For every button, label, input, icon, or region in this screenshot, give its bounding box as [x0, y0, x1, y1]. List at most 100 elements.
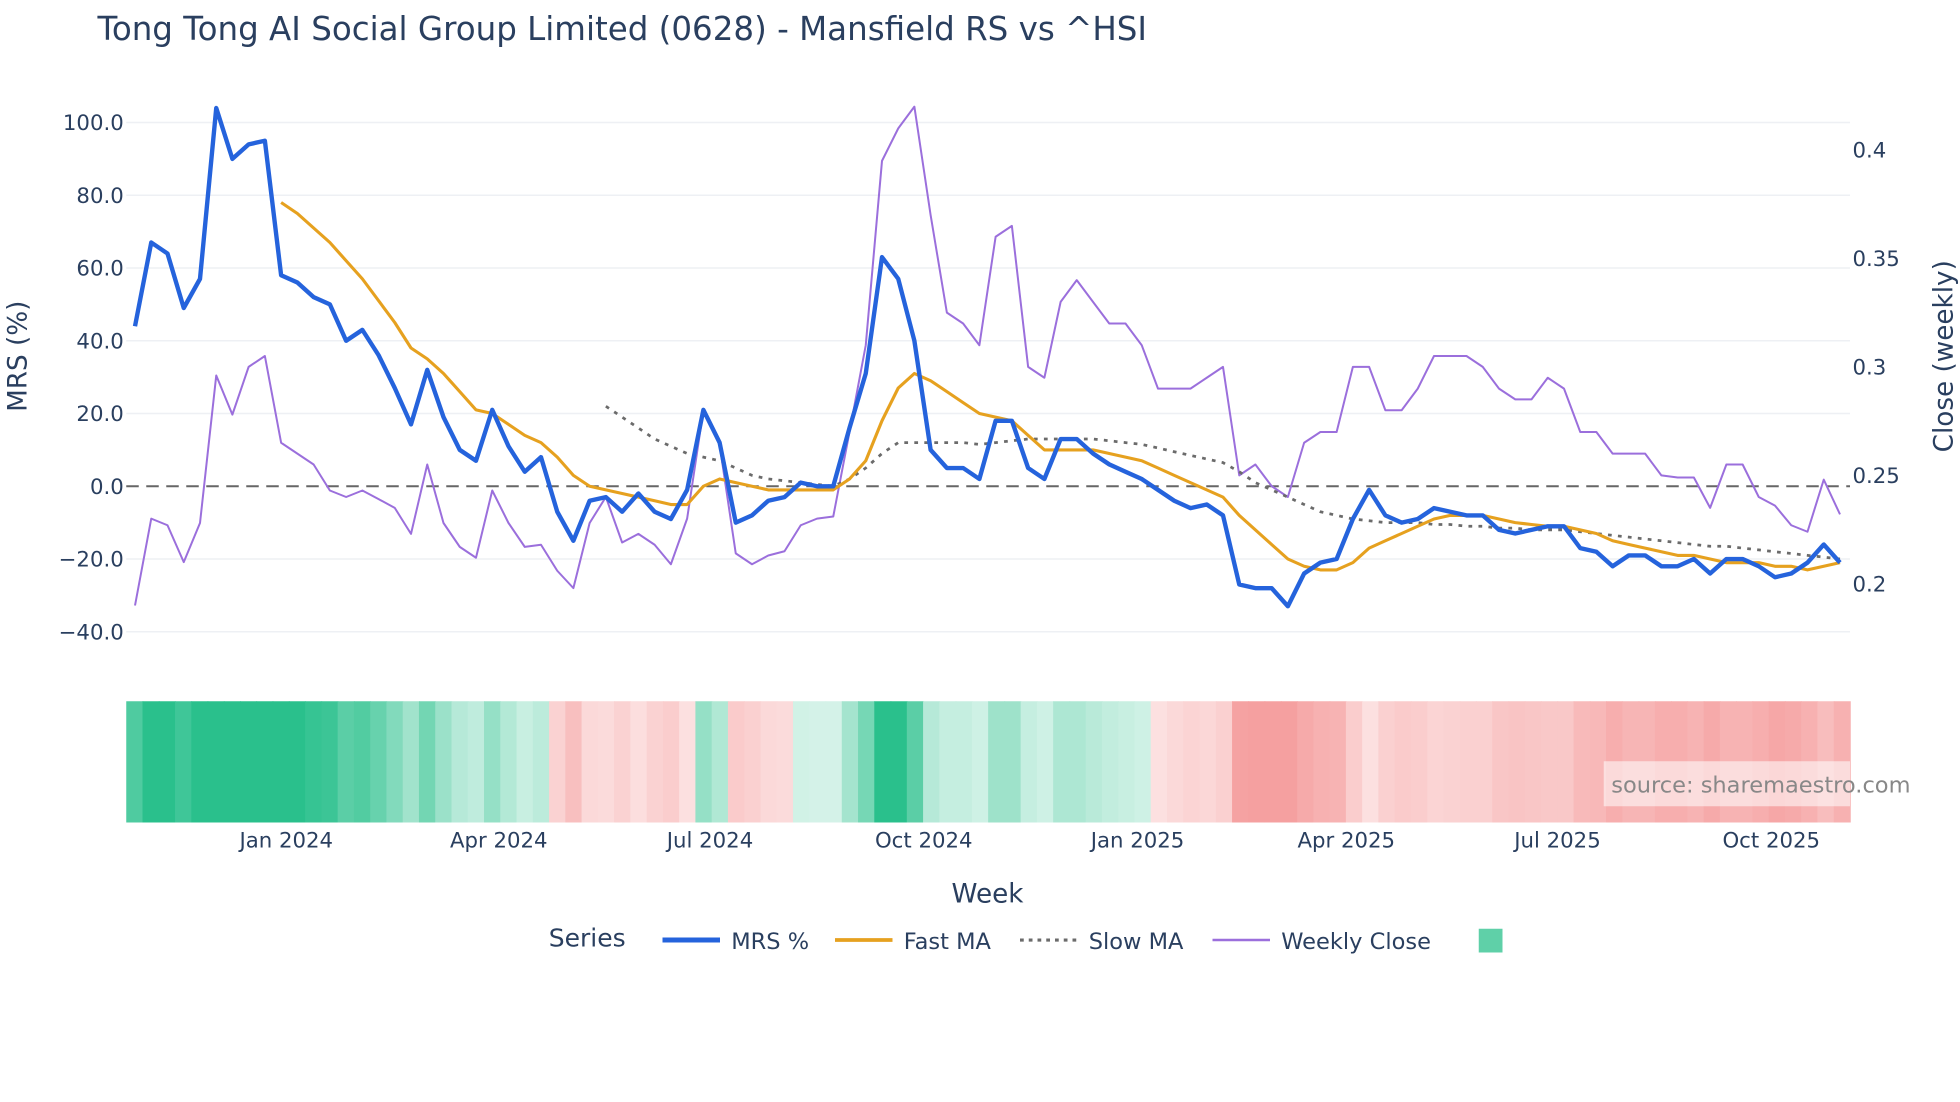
y2-tick-label: 0.4	[1853, 139, 1887, 164]
legend-item-fast-ma[interactable]: Fast MA	[835, 929, 992, 955]
heatmap-cell	[386, 701, 404, 823]
heatmap-cell	[418, 701, 436, 823]
heatmap-cell	[1199, 701, 1217, 823]
legend-title: Series	[549, 923, 626, 952]
heatmap-cell	[142, 701, 160, 823]
y-tick-label: 0.0	[90, 475, 124, 500]
heatmap-cell	[126, 701, 144, 823]
heatmap-cell	[890, 701, 908, 823]
heatmap-cell	[858, 701, 876, 823]
heatmap-cell	[256, 701, 274, 823]
heatmap-cell	[630, 701, 648, 823]
heatmap-cell	[516, 701, 534, 823]
legend-label-mrs: MRS %	[731, 929, 809, 955]
heatmap-cell	[175, 701, 193, 823]
y-tick-label: 20.0	[76, 402, 123, 427]
series-lines	[132, 105, 1842, 609]
heatmap-cell	[1004, 701, 1022, 823]
heatmap-cell	[711, 701, 729, 823]
heatmap-cell	[207, 701, 225, 823]
heatmap-cell	[565, 701, 583, 823]
heatmap-cell	[1427, 701, 1445, 823]
y-tick-label: −20.0	[59, 548, 124, 573]
heatmap-cell	[679, 701, 697, 823]
y-tick-label: 80.0	[76, 184, 123, 209]
legend-item-mrs[interactable]: MRS %	[662, 929, 810, 955]
heatmap-cell	[1118, 701, 1136, 823]
chart-title: Tong Tong AI Social Group Limited (0628)…	[97, 10, 1148, 48]
heatmap-cell	[988, 701, 1006, 823]
y2-tick-label: 0.3	[1853, 355, 1887, 380]
y-tick-label: 40.0	[76, 329, 123, 354]
y-tick-label: 100.0	[63, 111, 124, 136]
heatmap-cell	[272, 701, 290, 823]
heatmap-cell	[939, 701, 957, 823]
heatmap-cell	[1134, 701, 1152, 823]
x-tick-label: Apr 2024	[450, 829, 548, 854]
heatmap-cell	[1069, 701, 1087, 823]
y2-tick-label: 0.35	[1853, 247, 1900, 272]
heatmap-cell	[841, 701, 859, 823]
heatmap-cell	[792, 701, 810, 823]
x-tick-label: Jul 2025	[1512, 829, 1600, 854]
gridlines	[126, 121, 1850, 633]
y-tick-label: −40.0	[59, 620, 124, 645]
heatmap-cell	[1573, 701, 1591, 823]
source-watermark: source: sharemaestro.com	[1603, 761, 1911, 807]
legend-label-fast-ma: Fast MA	[904, 929, 992, 955]
heatmap-cell	[906, 701, 924, 823]
legend-item-slow-ma[interactable]: Slow MA	[1020, 929, 1184, 955]
legend-item-weekly-close[interactable]: Weekly Close	[1212, 929, 1431, 955]
heatmap-cell	[923, 701, 941, 823]
mrs-chart: Tong Tong AI Social Group Limited (0628)…	[3, 10, 1959, 955]
heatmap-cell	[727, 701, 745, 823]
heatmap-cell	[1394, 701, 1412, 823]
heatmap-cell	[435, 701, 453, 823]
y-tick-label: 60.0	[76, 257, 123, 282]
heatmap-cell	[1280, 701, 1298, 823]
heatmap-cell	[971, 701, 989, 823]
heatmap-cell	[646, 701, 664, 823]
y2-tick-label: 0.25	[1853, 464, 1900, 489]
x-tick-label: Oct 2024	[875, 829, 973, 854]
legend-label-weekly-close: Weekly Close	[1281, 929, 1431, 955]
heatmap-cell	[353, 701, 371, 823]
heatmap-cell	[825, 701, 843, 823]
legend-item-heatmap-swatch[interactable]	[1478, 928, 1503, 953]
heatmap-cell	[321, 701, 339, 823]
heatmap-cell	[337, 701, 355, 823]
y-axis-label: MRS (%)	[3, 301, 33, 412]
heatmap-cell	[874, 701, 892, 823]
source-text: source: sharemaestro.com	[1611, 773, 1910, 799]
series-line-fast	[280, 201, 1841, 572]
heatmap-cell	[500, 701, 518, 823]
heatmap-cell	[451, 701, 469, 823]
heatmap-cell	[467, 701, 485, 823]
rs-heatmap-band	[126, 701, 1851, 823]
heatmap-cell	[662, 701, 680, 823]
heatmap-cell	[1329, 701, 1347, 823]
heatmap-cell	[532, 701, 550, 823]
heatmap-cell	[1508, 701, 1526, 823]
heatmap-cell	[370, 701, 388, 823]
heatmap-cell	[1313, 701, 1331, 823]
y-axis-ticks: 100.0 80.0 60.0 40.0 20.0 0.0 −20.0 −40.0	[59, 111, 124, 645]
heatmap-cell	[1378, 701, 1396, 823]
heatmap-cell	[1101, 701, 1119, 823]
heatmap-cell	[1362, 701, 1380, 823]
x-tick-label: Oct 2025	[1722, 829, 1820, 854]
x-tick-label: Jan 2025	[1089, 829, 1185, 854]
heatmap-cell	[1053, 701, 1071, 823]
x-axis-label: Week	[952, 880, 1025, 910]
y2-tick-label: 0.2	[1853, 572, 1887, 597]
heatmap-cell	[1085, 701, 1103, 823]
heatmap-cell	[1492, 701, 1510, 823]
heatmap-cell	[1248, 701, 1266, 823]
heatmap-cell	[1524, 701, 1542, 823]
heatmap-cell	[288, 701, 306, 823]
heatmap-cell	[484, 701, 502, 823]
heatmap-cell	[597, 701, 615, 823]
heatmap-cell	[614, 701, 632, 823]
heatmap-cell	[1297, 701, 1315, 823]
heatmap-cell	[1020, 701, 1038, 823]
